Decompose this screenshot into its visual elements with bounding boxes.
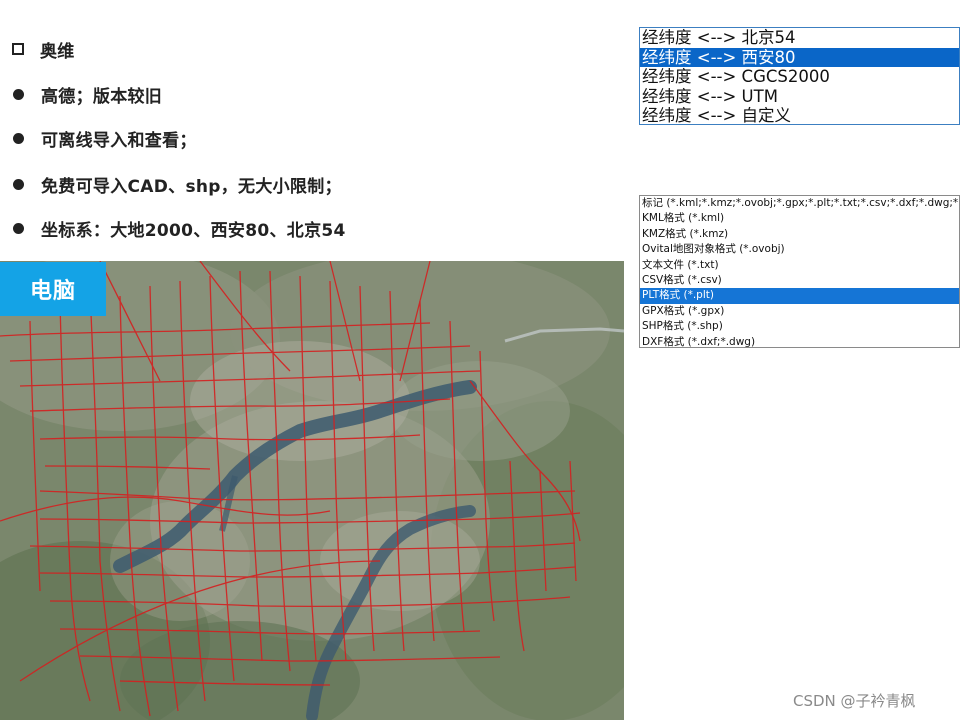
watermark-text: CSDN @子衿青枫: [793, 692, 916, 710]
square-bullet-icon: [12, 43, 24, 55]
format-option-csv[interactable]: CSV格式 (*.csv): [640, 273, 959, 288]
dot-bullet-icon: [13, 88, 24, 100]
format-option-dxf[interactable]: DXF格式 (*.dxf;*.dwg): [640, 335, 959, 347]
dot-bullet-icon: [13, 178, 24, 190]
map-image: [0, 261, 624, 720]
list-item: 高德；版本较旧: [12, 79, 162, 109]
dot-bullet-icon: [13, 132, 24, 144]
coord-option-custom[interactable]: 经纬度 <--> 自定义: [640, 106, 959, 124]
format-option-kml[interactable]: KML格式 (*.kml): [640, 211, 959, 226]
list-item: 可离线导入和查看；: [12, 123, 197, 153]
list-item-text: 奥维: [40, 41, 75, 62]
list-item: 免费可导入CAD、shp，无大小限制；: [12, 169, 342, 199]
list-item: 奥维: [12, 34, 75, 64]
list-item: 坐标系：大地2000、西安80、北京54: [12, 213, 346, 243]
format-option-kmz[interactable]: KMZ格式 (*.kmz): [640, 227, 959, 242]
coord-option-beijing54[interactable]: 经纬度 <--> 北京54: [640, 28, 959, 48]
list-item-text: 免费可导入CAD、shp，无大小限制；: [41, 176, 342, 197]
format-option-plt[interactable]: PLT格式 (*.plt): [640, 288, 959, 304]
format-option-gpx[interactable]: GPX格式 (*.gpx): [640, 304, 959, 319]
satellite-map[interactable]: [0, 261, 624, 720]
coord-option-cgcs2000[interactable]: 经纬度 <--> CGCS2000: [640, 67, 959, 87]
list-item-text: 可离线导入和查看；: [41, 130, 197, 151]
format-option-shp[interactable]: SHP格式 (*.shp): [640, 319, 959, 334]
coord-option-utm[interactable]: 经纬度 <--> UTM: [640, 87, 959, 107]
pc-label-badge: 电脑: [0, 262, 106, 316]
file-format-list[interactable]: 标记 (*.kml;*.kmz;*.ovobj;*.gpx;*.plt;*.tx…: [639, 195, 960, 348]
dot-bullet-icon: [13, 222, 24, 234]
format-option-txt[interactable]: 文本文件 (*.txt): [640, 258, 959, 273]
format-option-ovobj[interactable]: Ovital地图对象格式 (*.ovobj): [640, 242, 959, 257]
list-item-text: 高德；版本较旧: [41, 86, 163, 107]
coord-option-xian80[interactable]: 经纬度 <--> 西安80: [640, 47, 959, 67]
coordinate-system-list[interactable]: 经纬度 <--> 北京54 经纬度 <--> 西安80 经纬度 <--> CGC…: [639, 27, 960, 125]
format-option-all-markers[interactable]: 标记 (*.kml;*.kmz;*.ovobj;*.gpx;*.plt;*.tx…: [640, 196, 959, 211]
list-item-text: 坐标系：大地2000、西安80、北京54: [41, 220, 346, 241]
